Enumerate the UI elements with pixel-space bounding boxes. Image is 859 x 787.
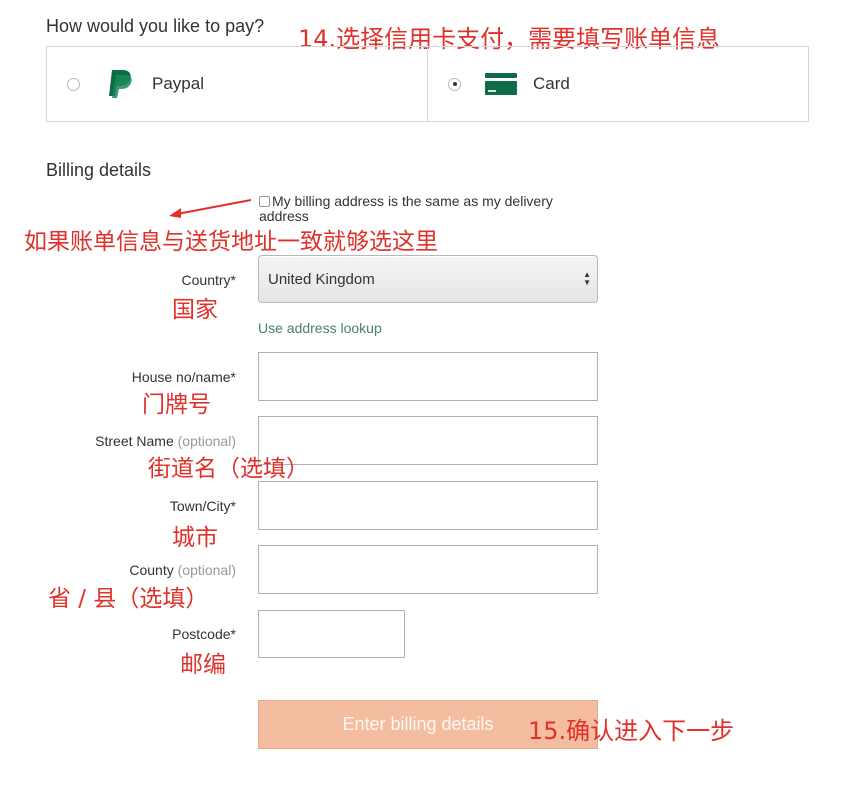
paypal-radio[interactable] — [67, 77, 80, 91]
same-address-checkbox[interactable] — [259, 196, 270, 207]
annotation-same-address: 如果账单信息与送货地址一致就够选这里 — [24, 229, 438, 255]
same-address-label: My billing address is the same as my del… — [259, 193, 553, 224]
house-label: House no/name* — [131, 369, 236, 385]
same-address-option[interactable]: My billing address is the same as my del… — [259, 194, 599, 224]
credit-card-icon — [485, 68, 517, 100]
annotation-county: 省 / 县（选填） — [48, 586, 209, 612]
paypal-icon — [104, 68, 136, 100]
select-arrows-icon: ▲ ▼ — [583, 270, 591, 287]
county-label-text: County — [129, 562, 174, 578]
street-label: Street Name (optional) — [0, 433, 236, 449]
payment-method-selector: Paypal Card — [46, 46, 809, 122]
annotation-arrow-icon — [169, 199, 252, 218]
street-input[interactable] — [258, 416, 598, 465]
county-input[interactable] — [258, 545, 598, 594]
postcode-input[interactable] — [258, 610, 405, 658]
payment-question: How would you like to pay? — [46, 16, 265, 36]
house-input[interactable] — [258, 352, 598, 401]
payment-option-card[interactable]: Card — [427, 47, 808, 121]
card-radio[interactable] — [448, 77, 461, 91]
paypal-label: Paypal — [152, 74, 204, 93]
county-optional-hint: (optional) — [177, 562, 236, 578]
enter-billing-details-label: Enter billing details — [342, 714, 494, 734]
billing-details-heading: Billing details — [46, 160, 152, 180]
street-label-text: Street Name — [95, 433, 174, 449]
county-label: County (optional) — [0, 562, 236, 578]
annotation-street: 街道名（选填） — [148, 456, 309, 482]
town-input[interactable] — [258, 481, 598, 530]
town-label: Town/City* — [169, 498, 236, 514]
annotation-country: 国家 — [172, 297, 218, 323]
card-label: Card — [533, 74, 570, 93]
annotation-postcode: 邮编 — [180, 652, 226, 678]
address-lookup-link[interactable]: Use address lookup — [258, 320, 382, 336]
payment-option-paypal[interactable]: Paypal — [47, 47, 427, 121]
postcode-label: Postcode* — [172, 626, 236, 642]
annotation-town: 城市 — [172, 525, 218, 551]
annotation-house: 门牌号 — [142, 392, 211, 418]
country-select[interactable]: United Kingdom ▲ ▼ — [258, 255, 598, 303]
street-optional-hint: (optional) — [177, 433, 236, 449]
country-select-value: United Kingdom — [268, 270, 375, 288]
country-label: Country* — [181, 272, 236, 288]
annotation-step15: 15.确认进入下一步 — [528, 717, 735, 745]
